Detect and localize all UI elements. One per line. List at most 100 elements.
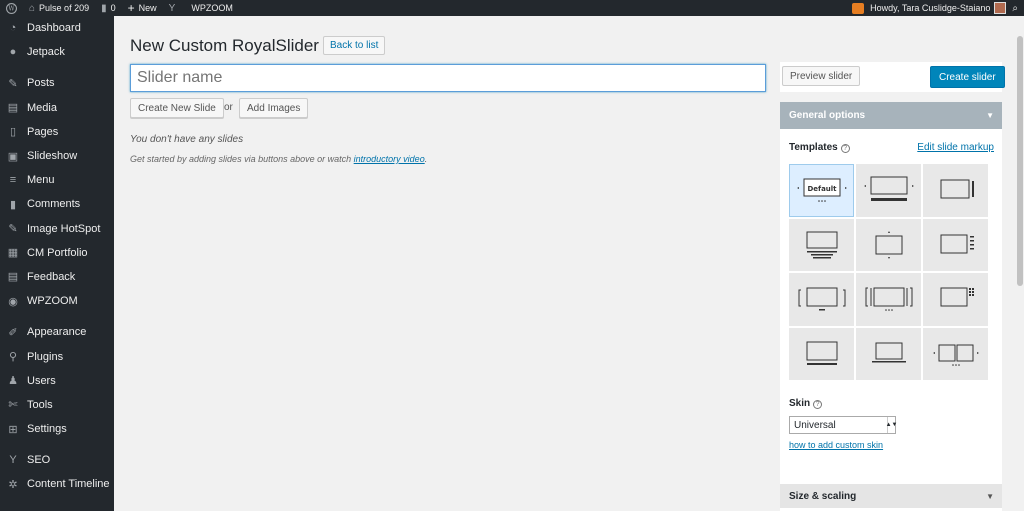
new-content-link[interactable]: + New (122, 0, 163, 16)
media-icon: ▤ (7, 102, 19, 115)
skin-select-value: Universal (794, 419, 836, 431)
collapse-arrow-icon[interactable]: ▼ (986, 111, 994, 120)
wrench-icon: ✄ (8, 399, 18, 412)
custom-skin-link[interactable]: how to add custom skin (789, 440, 883, 450)
main-content: New Custom RoyalSlider Back to list Crea… (114, 16, 1024, 511)
comments-link[interactable]: ▮ 0 (95, 0, 122, 16)
template-thumbnails-right-list[interactable] (923, 218, 988, 271)
empty-slides-description: Get started by adding slides via buttons… (130, 154, 427, 164)
sidebar-item-posts[interactable]: ✎ Posts (0, 71, 114, 95)
jetpack-icon: ● (9, 46, 17, 59)
sidebar-item-plugins[interactable]: ⚲ Plugins (0, 344, 114, 368)
sidebar-item-label: Content Timeline (27, 478, 110, 491)
wordpress-logo-icon[interactable]: W (0, 0, 23, 16)
sidebar-item-label: Image HotSpot (27, 222, 101, 235)
scrollbar-thumb[interactable] (1017, 36, 1023, 286)
sidebar-item-label: WPZOOM (27, 295, 78, 308)
brush-icon: ✐ (8, 326, 18, 339)
template-thumbnails-grid[interactable] (923, 273, 988, 326)
skin-label-text: Skin (789, 398, 811, 409)
site-name-link[interactable]: ⌂ Pulse of 209 (23, 0, 95, 16)
comments-count: 0 (110, 3, 116, 13)
general-options-title: General options (789, 110, 866, 121)
template-simple[interactable] (789, 327, 854, 380)
sidebar-item-label: SEO (27, 454, 51, 467)
template-content-slider[interactable] (856, 327, 921, 380)
howdy-text[interactable]: Howdy, Tara Cuslidge-Staiano (870, 3, 990, 13)
sidebar-item-pages[interactable]: ▯ Pages (0, 120, 114, 144)
template-thumbnails-right[interactable] (923, 164, 988, 217)
template-gallery[interactable] (789, 273, 854, 326)
skin-help-icon[interactable]: ? (813, 400, 823, 409)
general-options-panel: General options ▼ Templates? Edit slide … (780, 102, 1002, 490)
template-thumbnails-bottom[interactable] (856, 164, 921, 217)
seo-icon: Y (9, 454, 17, 467)
sidebar-item-label: Media (27, 101, 57, 114)
admin-menu: ◔ Dashboard ● Jetpack ✎ Posts ▤ Media ▯ Pages ▣ Sli… (0, 16, 114, 497)
sidebar-item-label: Tools (27, 398, 53, 411)
sidebar-item-label: Menu (27, 174, 55, 187)
menu-separator (0, 313, 114, 320)
sidebar-item-label: Pages (27, 125, 59, 138)
sidebar-item-settings[interactable]: ⊞ Settings (0, 417, 114, 441)
template-vertical[interactable] (856, 218, 921, 271)
sidebar-item-wpzoom[interactable]: ◉ WPZOOM (0, 289, 114, 313)
plus-icon: + (127, 1, 135, 15)
template-tabs[interactable] (789, 218, 854, 271)
sidebar-item-menu[interactable]: ≡ Menu (0, 168, 114, 192)
add-images-button[interactable]: Add Images (239, 98, 309, 118)
create-new-slide-button[interactable]: Create New Slide (130, 98, 224, 118)
sidebar-item-label: Feedback (27, 270, 76, 283)
sidebar-item-dashboard[interactable]: ◔ Dashboard (0, 16, 114, 40)
back-to-list-button[interactable]: Back to list (323, 36, 386, 55)
sidebar-item-tools[interactable]: ✄ Tools (0, 393, 114, 417)
sidebar-item-users[interactable]: ♟ Users (0, 369, 114, 393)
preview-slider-button[interactable]: Preview slider (782, 66, 861, 86)
sidebar-item-jetpack[interactable]: ● Jetpack (0, 40, 114, 64)
empty-desc-text: Get started by adding slides via buttons… (130, 154, 352, 164)
sidebar-item-media[interactable]: ▤ Media (0, 96, 114, 120)
sidebar-item-seo[interactable]: Y SEO (0, 448, 114, 472)
yoast-icon: Y (168, 2, 176, 14)
avatar[interactable] (994, 2, 1007, 14)
template-two-slides[interactable] (923, 327, 988, 380)
page-title: New Custom RoyalSlider (130, 36, 319, 55)
notification-badge-icon[interactable] (852, 2, 865, 14)
admin-bar: W ⌂ Pulse of 209 ▮ 0 + New Y WPZOOM Howd… (0, 0, 1024, 16)
help-icon[interactable]: ? (840, 144, 850, 153)
sidebar-item-image-hotspot[interactable]: ✎ Image HotSpot (0, 217, 114, 241)
sidebar-item-label: Dashboard (27, 22, 81, 35)
sidebar-item-label: Jetpack (27, 46, 65, 59)
search-icon[interactable]: ⌕ (1006, 0, 1024, 16)
size-scaling-panel: Size & scaling ▼ (780, 482, 1002, 511)
template-default[interactable]: Default (789, 164, 854, 217)
slider-name-input[interactable] (130, 64, 766, 92)
page-scrollbar[interactable] (1016, 16, 1024, 511)
svg-text:W: W (8, 5, 15, 12)
sidebar-item-cm-portfolio[interactable]: ▦ CM Portfolio (0, 241, 114, 265)
yoast-link[interactable]: Y (163, 0, 186, 16)
sidebar-item-label: CM Portfolio (27, 246, 88, 259)
empty-desc-end: . (424, 154, 428, 164)
site-name: Pulse of 209 (39, 3, 90, 13)
pin-icon: ✎ (8, 77, 18, 90)
sidebar-item-label: Plugins (27, 350, 64, 363)
create-slider-button[interactable]: Create slider (930, 66, 1005, 88)
wpzoom-icon: ◉ (8, 295, 18, 308)
edit-slide-markup-link[interactable]: Edit slide markup (917, 142, 994, 153)
sidebar-item-content-timeline[interactable]: ✲ Content Timeline (0, 472, 114, 496)
introductory-video-link[interactable]: introductory video (354, 154, 425, 164)
sidebar-item-comments[interactable]: ▮ Comments (0, 192, 114, 216)
plugin-icon: ⚲ (8, 351, 18, 364)
pin-icon: ✎ (8, 223, 18, 236)
template-visible-nearby[interactable] (856, 273, 921, 326)
sidebar-item-feedback[interactable]: ▤ Feedback (0, 265, 114, 289)
skin-select[interactable]: Universal ▲▼ (789, 416, 897, 434)
menu-separator (0, 441, 114, 448)
wpzoom-link[interactable]: WPZOOM (185, 0, 239, 16)
sidebar-item-appearance[interactable]: ✐ Appearance (0, 320, 114, 344)
sidebar-item-slideshow[interactable]: ▣ Slideshow (0, 144, 114, 168)
expand-arrow-icon[interactable]: ▼ (986, 492, 994, 501)
size-scaling-header[interactable]: Size & scaling ▼ (780, 484, 1002, 508)
general-options-header[interactable]: General options ▼ (780, 102, 1002, 129)
